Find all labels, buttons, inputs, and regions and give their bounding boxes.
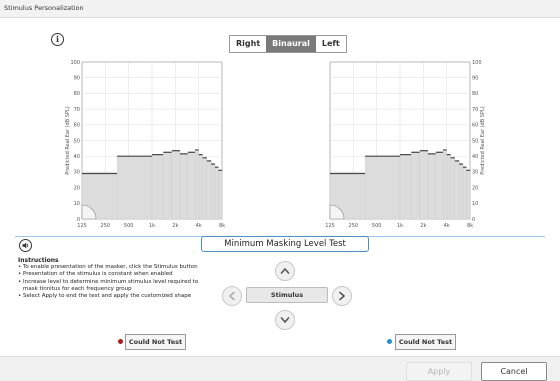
left-ear-indicator (387, 339, 392, 344)
chevron-down-icon (280, 317, 290, 323)
x-tick-label: 8k (219, 223, 225, 229)
footer-bar (0, 356, 560, 381)
instruction-item: • Presentation of the stimulus is consta… (18, 271, 173, 278)
y-tick-label: 10 (74, 201, 80, 207)
y-tick-label: 10 (472, 201, 478, 207)
y-axis-label: Predicted Real Ear (dB SPL) (480, 106, 486, 174)
y-tick-label: 70 (74, 107, 80, 113)
y-tick-label: 100 (70, 60, 80, 66)
chevron-up-icon (280, 268, 290, 274)
x-tick-label: 125 (77, 223, 87, 229)
bar (179, 153, 188, 220)
x-tick-label: 250 (349, 223, 359, 229)
y-tick-label: 70 (472, 107, 478, 113)
ear-option-right[interactable]: Right (230, 36, 266, 52)
x-tick-label: 500 (124, 223, 134, 229)
y-tick-label: 90 (74, 76, 80, 82)
x-tick-label: 8k (467, 223, 473, 229)
right-ear-indicator (118, 339, 123, 344)
y-tick-label: 100 (472, 60, 482, 66)
ear-option-binaural[interactable]: Binaural (266, 36, 316, 52)
y-tick-label: 60 (74, 123, 80, 129)
instructions-panel: Instructions • To enable presentation of… (18, 257, 208, 300)
bar (206, 160, 212, 220)
bar (116, 156, 153, 220)
bar (198, 154, 203, 220)
previous-frequency-button[interactable] (222, 286, 242, 306)
apply-button: Apply (406, 362, 472, 381)
could-not-test-left-button[interactable]: Could Not Test (395, 334, 456, 350)
y-tick-label: 50 (472, 138, 478, 144)
y-axis-label: Predicted Real Ear (dB SPL) (65, 106, 71, 174)
level-down-button[interactable] (275, 310, 295, 330)
ear-selector: Right Binaural Left (229, 35, 347, 53)
bar (427, 153, 436, 220)
y-tick-label: 40 (74, 154, 80, 160)
instructions-list: • To enable presentation of the masker, … (18, 264, 208, 300)
ear-option-left[interactable]: Left (316, 36, 346, 52)
chevron-left-icon (229, 291, 235, 301)
speaker-icon[interactable] (19, 239, 32, 252)
x-tick-label: 2k (420, 223, 426, 229)
bar (202, 157, 207, 220)
y-tick-label: 0 (77, 217, 80, 223)
bar (364, 156, 401, 220)
x-tick-label: 4k (444, 223, 450, 229)
bar (462, 167, 467, 220)
x-tick-label: 1k (397, 223, 403, 229)
y-tick-label: 20 (472, 185, 478, 191)
bar (214, 167, 219, 220)
bar (450, 157, 455, 220)
bar (442, 149, 447, 220)
bar (466, 170, 471, 220)
next-frequency-button[interactable] (332, 286, 352, 306)
bar (459, 163, 464, 220)
bar (454, 160, 460, 220)
cancel-button[interactable]: Cancel (481, 362, 547, 381)
y-tick-label: 60 (472, 123, 478, 129)
info-icon[interactable]: i (51, 33, 64, 46)
y-tick-label: 80 (472, 91, 478, 97)
bar (194, 149, 199, 220)
chevron-right-icon (339, 291, 345, 301)
x-tick-label: 2k (172, 223, 178, 229)
bar (187, 152, 196, 220)
x-tick-label: 250 (101, 223, 111, 229)
instruction-item: • Increase level to determine minimum st… (18, 278, 199, 292)
level-up-button[interactable] (275, 261, 295, 281)
bar (171, 150, 181, 220)
bar (399, 154, 412, 220)
y-tick-label: 0 (472, 217, 475, 223)
y-tick-label: 20 (74, 185, 80, 191)
bar (218, 170, 223, 220)
bar (419, 150, 429, 220)
x-tick-label: 125 (325, 223, 335, 229)
left-ear-chart[interactable]: 0 10 20 30 40 50 60 70 80 90 100 125 250 500 1k 2k 4k 8k P… (312, 58, 487, 234)
instruction-item: • Select Apply to end the test and apply… (18, 293, 192, 300)
bar (435, 152, 444, 220)
bar (411, 152, 420, 220)
window-title: Stimulus Personalization (4, 4, 84, 12)
bar (446, 154, 451, 220)
test-title: Minimum Masking Level Test (201, 236, 369, 252)
bar (211, 163, 216, 220)
y-tick-label: 40 (472, 154, 478, 160)
window-titlebar: Stimulus Personalization (0, 0, 560, 18)
y-tick-label: 90 (472, 76, 478, 82)
x-tick-label: 1k (149, 223, 155, 229)
right-ear-chart[interactable]: 0 10 20 30 40 50 60 70 80 90 100 125 250 500 1k 2k 4k 8k P… (64, 58, 239, 234)
instructions-heading: Instructions (18, 257, 59, 264)
bar (151, 154, 164, 220)
could-not-test-right-button[interactable]: Could Not Test (125, 334, 186, 350)
y-tick-label: 30 (74, 170, 80, 176)
y-tick-label: 30 (472, 170, 478, 176)
x-tick-label: 500 (372, 223, 382, 229)
y-tick-label: 50 (74, 138, 80, 144)
y-tick-label: 80 (74, 91, 80, 97)
bar (163, 152, 172, 220)
stimulus-button[interactable]: Stimulus (246, 287, 328, 303)
instruction-item: • To enable presentation of the masker, … (18, 264, 198, 271)
x-tick-label: 4k (196, 223, 202, 229)
